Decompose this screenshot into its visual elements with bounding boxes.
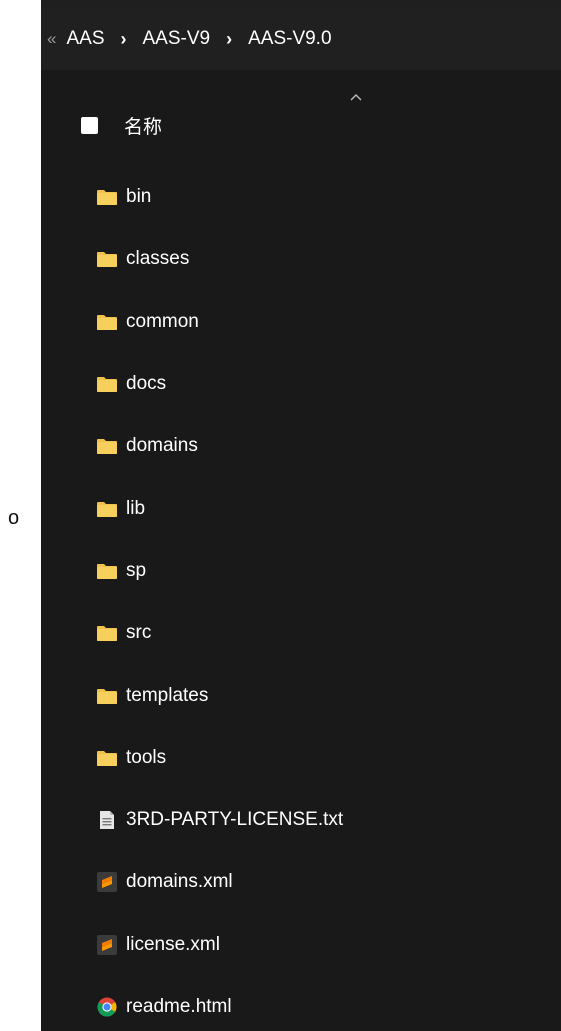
name-column-header[interactable]: 名称 [41, 105, 162, 145]
chrome-icon [97, 997, 117, 1017]
file-row[interactable]: 3RD-PARTY-LICENSE.txt [41, 789, 561, 851]
folder-icon [97, 374, 117, 394]
breadcrumb-overflow-icon[interactable]: « [47, 29, 56, 49]
file-name: common [126, 310, 199, 332]
folder-icon [97, 623, 117, 643]
folder-icon [97, 249, 117, 269]
stray-dot: o [8, 507, 20, 529]
file-name: bin [126, 186, 152, 208]
file-row[interactable]: src [41, 602, 561, 664]
file-name: lib [126, 497, 146, 519]
file-name: domains.xml [126, 871, 233, 893]
file-name: tools [126, 746, 167, 768]
breadcrumb-separator-icon[interactable]: › [121, 29, 127, 50]
folder-icon [97, 748, 117, 768]
file-row[interactable]: tools [41, 727, 561, 789]
file-name: sp [126, 559, 147, 581]
folder-icon [97, 436, 117, 456]
file-row[interactable]: domains [41, 415, 561, 477]
file-row[interactable]: license.xml [41, 914, 561, 976]
top-edge [41, 0, 561, 8]
name-column-label: 名称 [124, 116, 163, 138]
text-file-icon [97, 810, 117, 830]
file-row[interactable]: lib [41, 477, 561, 539]
folder-icon [97, 187, 117, 207]
file-name: domains [126, 435, 198, 457]
file-explorer: « AAS › AAS-V9 › AAS-V9.0 名称 bin classes c… [41, 0, 561, 1031]
file-list: bin classes common docs domains lib sp src templ… [41, 166, 561, 1031]
file-row[interactable]: bin [41, 166, 561, 228]
file-row[interactable]: common [41, 291, 561, 353]
file-row[interactable]: docs [41, 353, 561, 415]
file-row[interactable]: classes [41, 228, 561, 290]
breadcrumb-item-aas-v9[interactable]: AAS-V9 [143, 28, 211, 50]
file-name: license.xml [126, 933, 220, 955]
file-name: classes [126, 248, 190, 270]
file-row[interactable]: readme.html [41, 976, 561, 1031]
sublime-text-icon [97, 934, 117, 955]
file-name: readme.html [126, 996, 232, 1017]
breadcrumb-separator-icon[interactable]: › [226, 29, 232, 50]
chevron-up-icon [350, 94, 362, 101]
sublime-text-icon [97, 872, 117, 893]
breadcrumb: « AAS › AAS-V9 › AAS-V9.0 [41, 8, 561, 70]
folder-icon [97, 499, 117, 519]
file-row[interactable]: sp [41, 540, 561, 602]
file-name: docs [126, 373, 167, 395]
breadcrumb-item-aas-v9-0[interactable]: AAS-V9.0 [248, 28, 331, 50]
file-row[interactable]: templates [41, 664, 561, 726]
folder-icon [97, 561, 117, 581]
folder-icon [97, 686, 117, 706]
file-name: 3RD-PARTY-LICENSE.txt [126, 809, 344, 831]
file-name: src [126, 622, 152, 644]
breadcrumb-item-aas[interactable]: AAS [66, 28, 104, 50]
folder-icon [97, 312, 117, 332]
file-name: templates [126, 684, 209, 706]
select-all-checkbox[interactable] [81, 116, 98, 134]
file-row[interactable]: domains.xml [41, 851, 561, 913]
